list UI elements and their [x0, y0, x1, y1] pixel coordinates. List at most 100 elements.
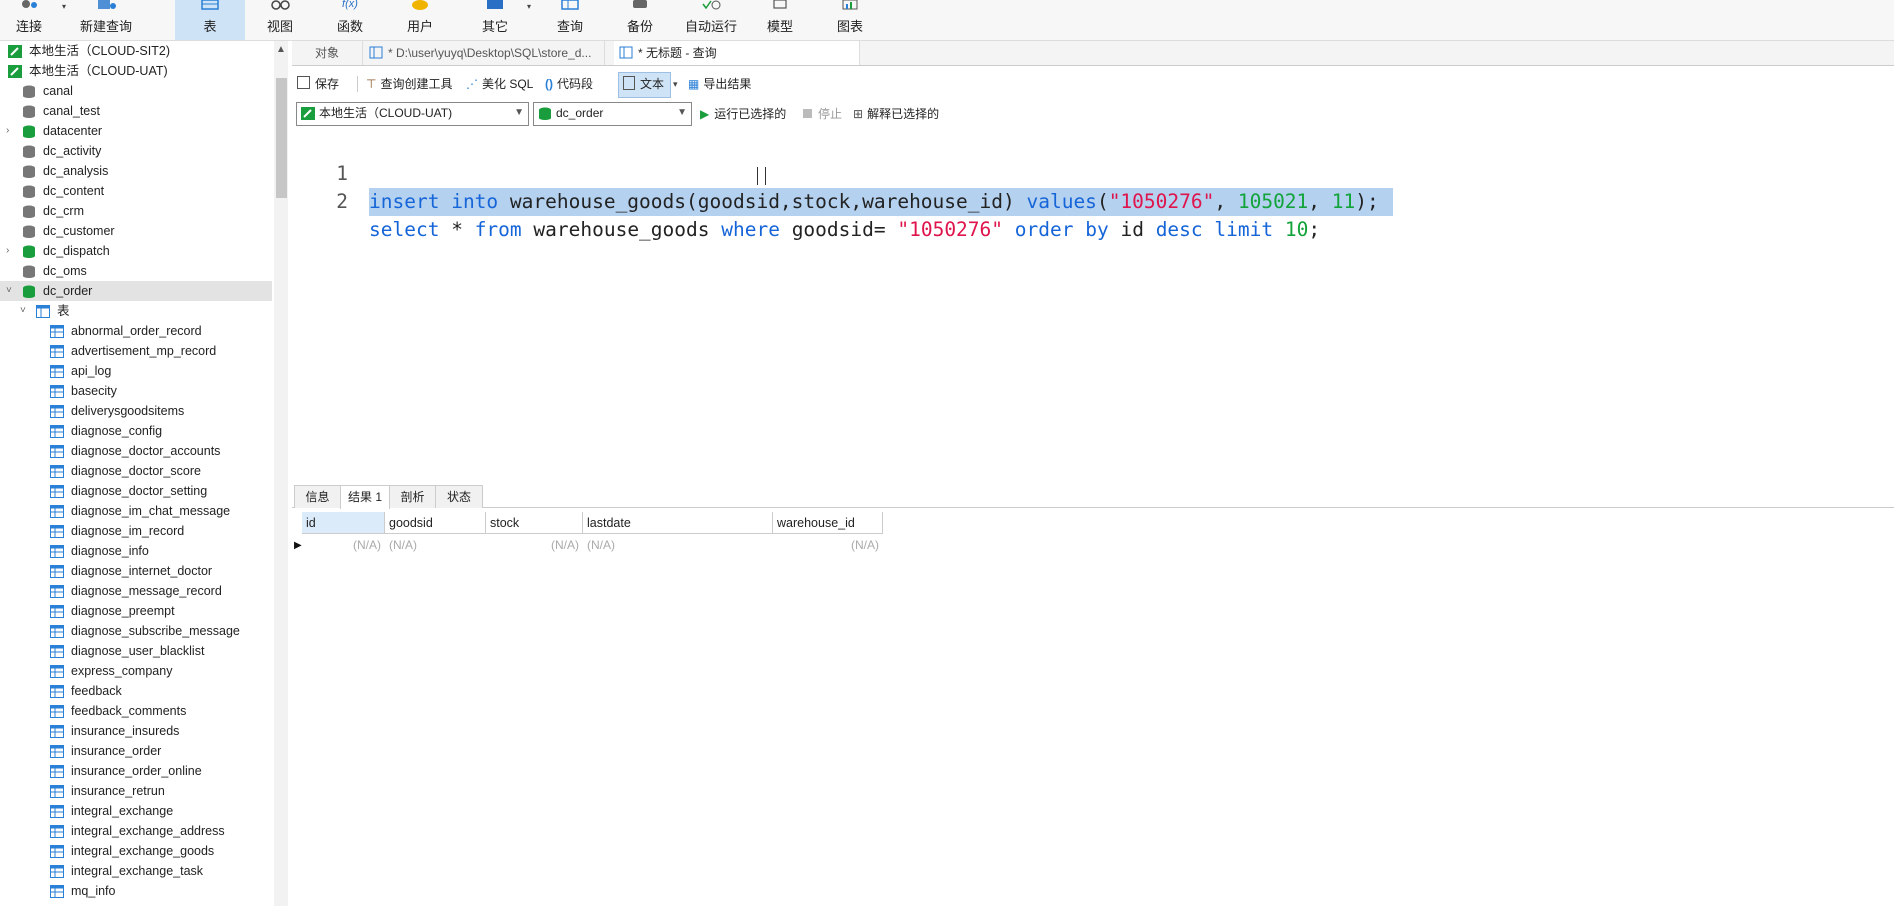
explain-selected-button[interactable]: ⊞ 解释已选择的 [853, 103, 939, 125]
connection-item[interactable]: 本地生活（CLOUD-SIT2) [0, 41, 272, 61]
export-results-button[interactable]: ▦ 导出结果 [688, 73, 751, 95]
table-item[interactable]: integral_exchange_goods [0, 841, 272, 861]
grid-cell[interactable]: (N/A) [302, 534, 385, 556]
toolbar-table-button[interactable]: 表 [175, 0, 245, 40]
grid-cell[interactable]: (N/A) [486, 534, 583, 556]
run-selected-button[interactable]: ▶ 运行已选择的 [700, 103, 786, 125]
chevron-down-icon[interactable]: ˅ [20, 301, 26, 321]
table-item[interactable]: diagnose_internet_doctor [0, 561, 272, 581]
stop-button[interactable]: 停止 [803, 103, 842, 125]
tab-objects[interactable]: 对象 [292, 41, 363, 65]
database-item[interactable]: dc_customer [0, 221, 272, 241]
table-item[interactable]: insurance_order_online [0, 761, 272, 781]
database-item[interactable]: › datacenter [0, 121, 272, 141]
toolbar-chart-button[interactable]: 图表 [820, 0, 880, 40]
grid-header-warehouse-id[interactable]: warehouse_id [773, 512, 883, 534]
sql-number: 11 [1331, 190, 1356, 213]
toolbar-query-button[interactable]: 查询 [540, 0, 600, 40]
toolbar-label: 视图 [266, 19, 293, 34]
table-item[interactable]: express_company [0, 661, 272, 681]
toolbar-autorun-button[interactable]: 自动运行 [680, 0, 742, 40]
grid-header-lastdate[interactable]: lastdate [583, 512, 773, 534]
grid-header-id[interactable]: id [302, 512, 385, 534]
toolbar-new-query-button[interactable]: 新建查询 [72, 0, 140, 40]
tab-status[interactable]: 状态 [435, 485, 483, 508]
table-item[interactable]: mq_info [0, 881, 272, 901]
chevron-right-icon[interactable]: › [6, 121, 9, 141]
table-item[interactable]: deliverysgoodsitems [0, 401, 272, 421]
toolbar-backup-button[interactable]: 备份 [610, 0, 670, 40]
database-item[interactable]: dc_oms [0, 261, 272, 281]
beautify-sql-button[interactable]: ⋰ 美化 SQL [466, 73, 533, 95]
query-builder-button[interactable]: ⊤ 查询创建工具 [366, 73, 452, 95]
table-item[interactable]: insurance_insureds [0, 721, 272, 741]
database-item[interactable]: › dc_dispatch [0, 241, 272, 261]
table-label: diagnose_user_blacklist [71, 644, 205, 658]
save-button[interactable]: 保存 [297, 73, 339, 95]
sql-editor[interactable]: 1 insert into warehouse_goods(goodsid,st… [292, 132, 1894, 482]
database-item[interactable]: dc_analysis [0, 161, 272, 181]
table-item[interactable]: feedback [0, 681, 272, 701]
database-item[interactable]: ˅ dc_order [0, 281, 272, 301]
table-item[interactable]: diagnose_config [0, 421, 272, 441]
table-item[interactable]: diagnose_message_record [0, 581, 272, 601]
tab-profile[interactable]: 剖析 [389, 485, 436, 508]
code-snippet-button[interactable]: () 代码段 [545, 73, 593, 95]
connection-item[interactable]: 本地生活（CLOUD-UAT) [0, 61, 272, 81]
toolbar-other-button[interactable]: 其它 [465, 0, 525, 40]
tab-query[interactable]: * 无标题 - 查询 [614, 41, 860, 65]
table-item[interactable]: diagnose_subscribe_message [0, 621, 272, 641]
grid-header-stock[interactable]: stock [486, 512, 583, 534]
table-item[interactable]: advertisement_mp_record [0, 341, 272, 361]
table-item[interactable]: integral_exchange_address [0, 821, 272, 841]
grid-header-goodsid[interactable]: goodsid [385, 512, 486, 534]
database-select[interactable]: dc_order ▼ [533, 102, 692, 126]
table-item[interactable]: abnormal_order_record [0, 321, 272, 341]
connect-dropdown-arrow[interactable]: ▾ [58, 0, 72, 40]
table-item[interactable]: diagnose_info [0, 541, 272, 561]
database-item[interactable]: canal [0, 81, 272, 101]
connect-icon [22, 0, 37, 8]
toolbar-connect-button[interactable]: 连接 [0, 0, 58, 40]
toolbar-user-button[interactable]: 用户 [390, 0, 450, 40]
database-item[interactable]: dc_crm [0, 201, 272, 221]
table-item[interactable]: basecity [0, 381, 272, 401]
scroll-up-arrow[interactable]: ▲ [276, 44, 286, 55]
database-item[interactable]: dc_activity [0, 141, 272, 161]
table-label: express_company [71, 664, 173, 678]
tables-folder[interactable]: ˅ 表 [0, 301, 272, 321]
table-item[interactable]: api_log [0, 361, 272, 381]
tab-file[interactable]: * D:\user\yuyq\Desktop\SQL\store_d... [364, 41, 605, 65]
chevron-down-icon[interactable]: ˅ [6, 281, 12, 301]
backup-icon [633, 0, 647, 8]
table-item[interactable]: integral_exchange [0, 801, 272, 821]
text-mode-button[interactable]: 文本 [618, 72, 672, 98]
connection-select[interactable]: 本地生活（CLOUD-UAT) ▼ [296, 102, 529, 126]
table-item[interactable]: insurance_order [0, 741, 272, 761]
chevron-right-icon[interactable]: › [6, 241, 9, 261]
table-item[interactable]: feedback_comments [0, 701, 272, 721]
toolbar-view-button[interactable]: 视图 [250, 0, 310, 40]
text-mode-dropdown[interactable]: ▾ [673, 73, 678, 95]
table-item[interactable]: diagnose_doctor_setting [0, 481, 272, 501]
grid-cell[interactable]: (N/A) [773, 534, 883, 556]
tab-info[interactable]: 信息 [294, 485, 341, 508]
database-item[interactable]: dc_content [0, 181, 272, 201]
tab-result-1[interactable]: 结果 1 [340, 485, 390, 509]
table-item[interactable]: diagnose_im_chat_message [0, 501, 272, 521]
toolbar-function-button[interactable]: f(x) 函数 [320, 0, 380, 40]
grid-cell[interactable]: (N/A) [583, 534, 773, 556]
table-item[interactable]: diagnose_im_record [0, 521, 272, 541]
table-item[interactable]: integral_exchange_task [0, 861, 272, 881]
sql-keyword: from [474, 218, 522, 241]
toolbar-model-button[interactable]: 模型 [750, 0, 810, 40]
table-item[interactable]: diagnose_preempt [0, 601, 272, 621]
grid-cell[interactable]: (N/A) [385, 534, 486, 556]
database-item[interactable]: canal_test [0, 101, 272, 121]
table-item[interactable]: insurance_retrun [0, 781, 272, 801]
sidebar-scroll-thumb[interactable] [276, 78, 287, 198]
table-item[interactable]: diagnose_user_blacklist [0, 641, 272, 661]
other-dropdown-arrow[interactable]: ▾ [525, 0, 537, 40]
table-item[interactable]: diagnose_doctor_accounts [0, 441, 272, 461]
table-item[interactable]: diagnose_doctor_score [0, 461, 272, 481]
